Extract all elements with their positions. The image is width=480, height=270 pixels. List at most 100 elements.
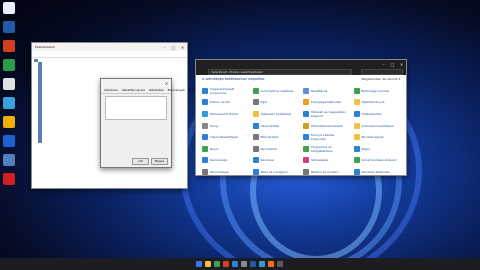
control-panel-item[interactable]: Fájlelőzmények bbox=[353, 97, 401, 109]
control-panel-item[interactable]: Hibaelhárítás bbox=[353, 108, 401, 120]
control-panel-item[interactable]: RemoteApp bbox=[202, 155, 249, 167]
control-panel-item-icon bbox=[353, 99, 360, 106]
control-panel-item[interactable]: Tálca és navigáció bbox=[252, 166, 300, 175]
app-icon[interactable] bbox=[3, 40, 15, 52]
properties-tab[interactable]: Események bbox=[167, 88, 186, 92]
close-icon[interactable]: ✕ bbox=[162, 81, 171, 86]
control-panel-item-icon bbox=[252, 99, 259, 106]
control-panel-item-label: Billentyűzet bbox=[260, 135, 279, 140]
control-panel-item[interactable]: Hitelesítőadat-kezelő bbox=[303, 120, 350, 132]
taskbar-app-icon[interactable] bbox=[268, 261, 274, 267]
properties-tab[interactable]: Általános bbox=[103, 88, 119, 92]
taskbar-app-icon[interactable] bbox=[232, 261, 238, 267]
control-panel-item-icon bbox=[303, 168, 309, 175]
device-manager-titlebar[interactable]: Eszközkezelő – □ ✕ bbox=[32, 43, 187, 51]
view-selector[interactable]: Megjelenítés: Kis ikonok ▾ bbox=[361, 77, 400, 81]
properties-titlebar[interactable]: ✕ bbox=[101, 79, 171, 87]
control-panel-item[interactable]: Tárolóhelyek bbox=[202, 166, 249, 175]
taskbar-app-icon[interactable] bbox=[223, 261, 229, 267]
control-panel-item[interactable]: Dátum és idő bbox=[202, 97, 249, 109]
recycle-bin-icon[interactable] bbox=[3, 2, 15, 14]
control-panel-item[interactable]: Windows Defender bbox=[353, 166, 401, 175]
app-icon[interactable] bbox=[3, 135, 15, 147]
control-panel-item-label: Felhasználói fiókok bbox=[210, 111, 239, 116]
control-panel-item[interactable]: Billentyűzet bbox=[252, 131, 300, 143]
properties-dialog[interactable]: ✕ Általános Illesztőprogram Részletek Esemé… bbox=[100, 78, 206, 168]
device-manager-title: Eszközkezelő bbox=[35, 45, 55, 49]
taskbar-app-icon[interactable] bbox=[277, 261, 283, 267]
control-panel-item-label: Dátum és idő bbox=[210, 100, 231, 105]
maximize-icon[interactable]: □ bbox=[388, 62, 397, 67]
control-panel-item-icon bbox=[303, 157, 309, 164]
control-panel-item-label: Fájlelőzmények bbox=[361, 100, 385, 105]
control-panel-item-label: Színkezelés bbox=[311, 158, 329, 163]
app-icon[interactable] bbox=[3, 173, 15, 185]
control-panel-item[interactable]: Telefon és modem bbox=[303, 166, 350, 175]
control-panel-item[interactable]: Nyelv bbox=[202, 143, 249, 155]
control-panel-item[interactable]: Régió bbox=[353, 143, 401, 155]
control-panel-item-icon bbox=[252, 122, 259, 129]
taskbar-app-icon[interactable] bbox=[250, 261, 256, 267]
control-panel-item[interactable]: Felhasználói fiókok bbox=[202, 108, 249, 120]
control-panel-titlebar[interactable]: – □ ✕ bbox=[196, 60, 406, 68]
control-panel-item-icon bbox=[353, 110, 360, 117]
control-panel-item[interactable]: Programok és szolgáltatások bbox=[303, 143, 350, 155]
taskbar-app-icon[interactable] bbox=[196, 261, 202, 267]
minimize-icon[interactable]: – bbox=[379, 62, 388, 67]
app-icon[interactable] bbox=[3, 78, 15, 90]
app-icon[interactable] bbox=[3, 97, 15, 109]
app-icon[interactable] bbox=[3, 59, 15, 71]
control-panel-item[interactable]: Biztonsági mentés bbox=[353, 85, 401, 97]
app-icon[interactable] bbox=[3, 154, 15, 166]
control-panel-item[interactable]: Könnyű kezelés központja bbox=[303, 131, 350, 143]
control-panel-item-icon bbox=[202, 87, 208, 94]
search-input[interactable] bbox=[361, 68, 403, 75]
control-panel-item[interactable]: Nyomtatók bbox=[252, 143, 300, 155]
control-panel-item[interactable]: Hálózati és megosztási központ bbox=[303, 108, 350, 120]
control-panel-item[interactable]: Színkezelés bbox=[303, 155, 350, 167]
cancel-button[interactable]: Mégse bbox=[151, 158, 168, 165]
control-panel-item-label: Beállítások bbox=[311, 88, 328, 93]
properties-tab[interactable]: Részletek bbox=[148, 88, 164, 92]
close-icon[interactable]: ✕ bbox=[397, 62, 406, 67]
maximize-icon[interactable]: □ bbox=[169, 45, 178, 50]
taskbar-apps bbox=[196, 261, 283, 267]
app-icon[interactable] bbox=[3, 21, 15, 33]
control-panel-item-icon bbox=[303, 145, 309, 152]
control-panel-item-label: Rendszer bbox=[260, 158, 275, 163]
control-panel-item-label: Indexelési beállítások bbox=[361, 123, 394, 128]
control-panel-item[interactable]: Beállítások bbox=[303, 85, 350, 97]
ok-button[interactable]: OK bbox=[132, 158, 149, 165]
control-panel-item-label: Tálca és navigáció bbox=[260, 169, 288, 174]
control-panel-item[interactable]: Energiagazdálkodás bbox=[303, 97, 350, 109]
desktop: Eszközkezelő – □ ✕ ✕ Általános Illesztőpr… bbox=[0, 0, 480, 270]
taskbar-app-icon[interactable] bbox=[241, 261, 247, 267]
control-panel-item[interactable]: Helyreállítás bbox=[252, 120, 300, 132]
control-panel-item-label: Telefon és modem bbox=[311, 169, 339, 174]
taskbar-app-icon[interactable] bbox=[214, 261, 220, 267]
address-bar[interactable]: Vezérlőpult › Minden vezérlőpultelem bbox=[208, 68, 352, 75]
control-panel-item[interactable]: Hang bbox=[202, 120, 249, 132]
control-panel-item-icon bbox=[353, 145, 360, 152]
control-panel-item[interactable]: Alapértelmezett programok bbox=[202, 85, 249, 97]
control-panel-item[interactable]: Szinkronizálási központ bbox=[353, 155, 401, 167]
control-panel-item-icon bbox=[202, 134, 208, 141]
control-panel-item[interactable]: Munkamappák bbox=[353, 131, 401, 143]
control-panel-window[interactable]: – □ ✕ Vezérlőpult › Minden vezérlőpultel… bbox=[195, 59, 407, 176]
control-panel-item[interactable]: Internetbeállítások bbox=[202, 131, 249, 143]
app-icon[interactable] bbox=[3, 116, 15, 128]
minimize-icon[interactable]: – bbox=[160, 45, 169, 50]
control-panel-item[interactable]: Automatikus lejátszás bbox=[252, 85, 300, 97]
properties-tabs: Általános Illesztőprogram Részletek Esemény… bbox=[101, 87, 206, 94]
control-panel-item-icon bbox=[353, 87, 360, 94]
taskbar-app-icon[interactable] bbox=[259, 261, 265, 267]
control-panel-item[interactable]: Indexelési beállítások bbox=[353, 120, 401, 132]
control-panel-item-label: Biztonsági mentés bbox=[361, 88, 390, 93]
close-icon[interactable]: ✕ bbox=[178, 45, 187, 50]
control-panel-item[interactable]: Fájlkezelő beállításai bbox=[252, 108, 300, 120]
taskbar-app-icon[interactable] bbox=[205, 261, 211, 267]
control-panel-item[interactable]: Egér bbox=[252, 97, 300, 109]
properties-tab[interactable]: Illesztőprogram bbox=[121, 88, 146, 92]
control-panel-items: Alapértelmezett programok Automatikus lej… bbox=[196, 83, 406, 175]
control-panel-item[interactable]: Rendszer bbox=[252, 155, 300, 167]
